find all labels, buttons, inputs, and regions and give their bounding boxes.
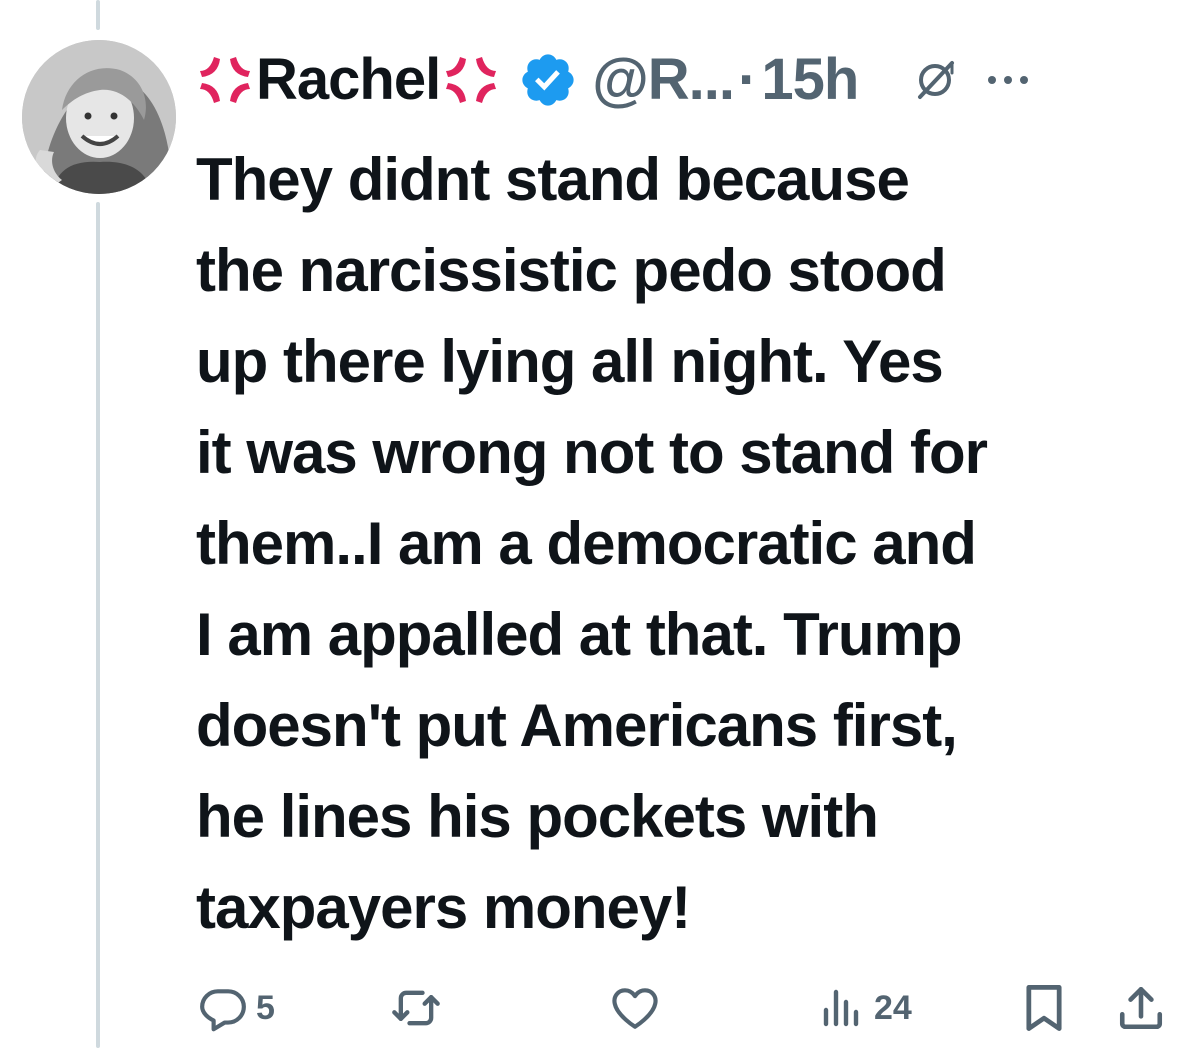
- thread-line-top: [96, 0, 100, 30]
- avatar[interactable]: [22, 40, 176, 194]
- post-time[interactable]: 15h: [761, 51, 859, 109]
- reply-button[interactable]: 5: [198, 976, 275, 1040]
- like-button[interactable]: [608, 976, 670, 1040]
- verified-badge-icon[interactable]: [518, 50, 578, 110]
- display-name[interactable]: Rachel: [256, 51, 441, 109]
- like-icon: [612, 988, 658, 1029]
- share-icon: [1119, 986, 1163, 1030]
- views-icon: [823, 989, 859, 1027]
- bookmark-icon: [1026, 985, 1062, 1031]
- reply-icon: [200, 989, 246, 1032]
- bookmark-button[interactable]: [1022, 976, 1066, 1040]
- separator-dot: ·: [738, 47, 758, 112]
- anger-symbol-icon: [446, 57, 497, 103]
- reply-count: 5: [256, 988, 275, 1027]
- thread-line-bottom: [96, 202, 100, 1048]
- post-header: Rachel @R... · 15h: [196, 40, 1186, 120]
- post-actions: 5 24: [196, 976, 1186, 1040]
- more-icon[interactable]: [986, 73, 1030, 87]
- user-handle[interactable]: @R...: [592, 51, 735, 109]
- repost-icon: [392, 990, 440, 1026]
- anger-symbol-icon: [200, 57, 250, 103]
- views-button[interactable]: 24: [818, 976, 912, 1040]
- views-count: 24: [874, 988, 912, 1027]
- post-text: They didnt stand because the narcissisti…: [196, 146, 988, 941]
- repost-button[interactable]: [388, 976, 452, 1040]
- avatar-photo: [22, 40, 176, 194]
- grok-icon[interactable]: [912, 57, 958, 103]
- share-button[interactable]: [1116, 976, 1166, 1040]
